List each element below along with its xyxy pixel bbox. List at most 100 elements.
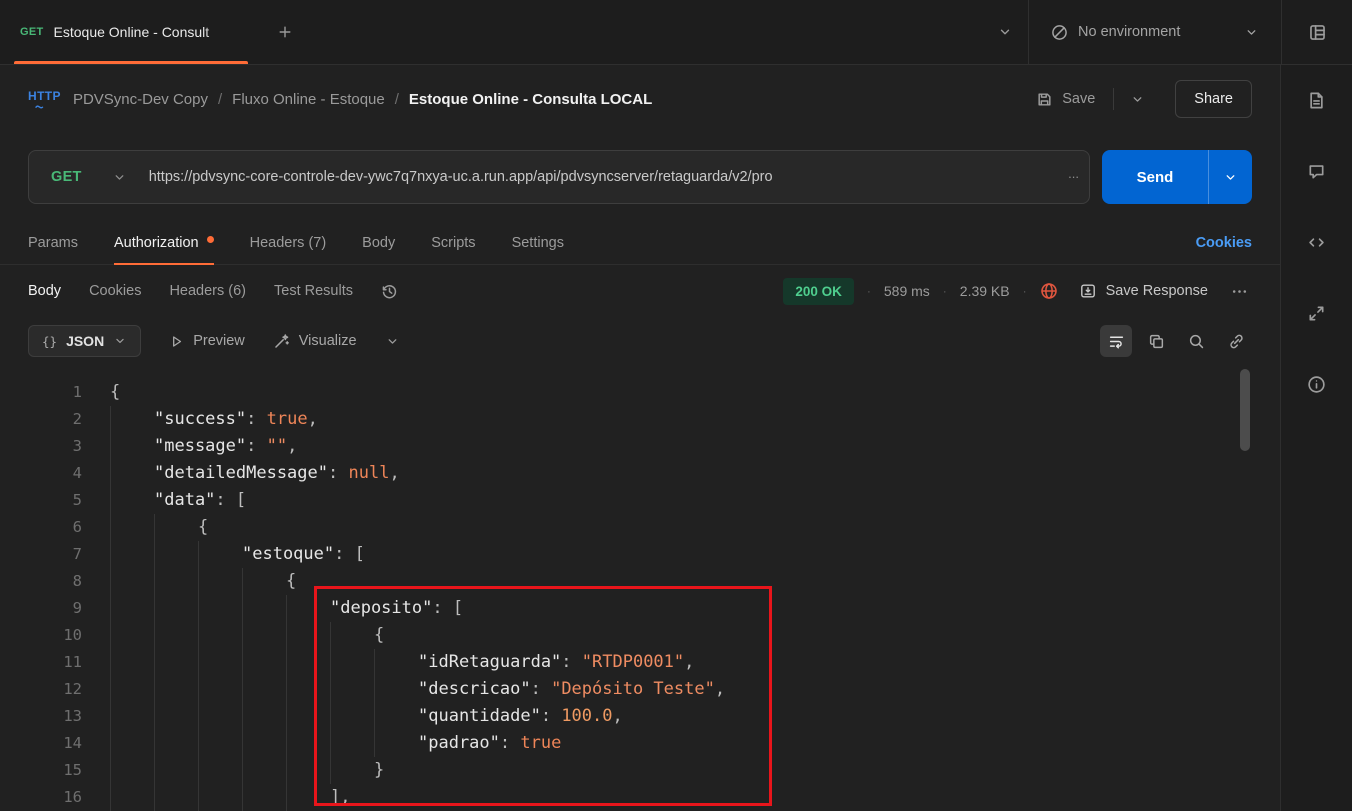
- code-token: "idRetaguarda": [418, 652, 562, 672]
- request-panel: HTTP PDVSync-Dev Copy / Fluxo Online - E…: [0, 65, 1281, 811]
- visualize-label: Visualize: [298, 333, 357, 349]
- request-tabs: Params Authorization Headers (7) Body Sc…: [0, 221, 1280, 265]
- comments-button[interactable]: [1307, 162, 1326, 181]
- search-response-button[interactable]: [1180, 325, 1212, 357]
- dot-separator: ·: [866, 284, 871, 298]
- related-requests-button[interactable]: [1307, 304, 1326, 323]
- environment-quick-look-button[interactable]: [1281, 0, 1352, 64]
- tab-scripts[interactable]: Scripts: [431, 221, 475, 264]
- tab-body[interactable]: Body: [362, 221, 395, 264]
- tab-settings[interactable]: Settings: [512, 221, 564, 264]
- send-label[interactable]: Send: [1102, 150, 1208, 204]
- code-token: 100.0: [561, 706, 613, 726]
- share-button[interactable]: Share: [1175, 80, 1252, 118]
- breadcrumb-row: HTTP PDVSync-Dev Copy / Fluxo Online - E…: [0, 65, 1280, 133]
- breadcrumb-workspace[interactable]: PDVSync-Dev Copy: [73, 91, 208, 108]
- tab-params[interactable]: Params: [28, 221, 78, 264]
- breadcrumb-folder[interactable]: Fluxo Online - Estoque: [232, 91, 385, 108]
- vertical-scrollbar-thumb[interactable]: [1240, 369, 1250, 451]
- request-tab-open[interactable]: GET Estoque Online - Consult: [0, 0, 262, 64]
- code-snippet-button[interactable]: [1307, 233, 1326, 252]
- view-options-button[interactable]: [385, 334, 400, 349]
- content-area: HTTP PDVSync-Dev Copy / Fluxo Online - E…: [0, 65, 1352, 811]
- dot-separator: ·: [1022, 284, 1027, 298]
- response-history-button[interactable]: [381, 283, 398, 300]
- more-options-button[interactable]: [1227, 279, 1252, 304]
- code-line: "idRetaguarda": "RTDP0001",: [110, 649, 725, 676]
- save-response-icon: [1080, 284, 1095, 298]
- postman-window: GET Estoque Online - Consult No environm…: [0, 0, 1352, 811]
- comment-icon: [1309, 165, 1324, 179]
- active-request-tab-indicator: [113, 263, 214, 265]
- code-token: ,: [714, 679, 726, 699]
- format-label: JSON: [66, 333, 105, 349]
- save-options-button[interactable]: [1124, 84, 1151, 115]
- tab-authorization[interactable]: Authorization: [113, 221, 214, 265]
- code-token: :: [530, 679, 552, 699]
- save-floppy-icon: [1038, 92, 1051, 106]
- send-options-button[interactable]: [1208, 150, 1252, 204]
- indent-guides: [110, 622, 374, 649]
- response-tools: [1100, 325, 1252, 357]
- preview-button[interactable]: Preview: [169, 333, 245, 349]
- indent-guides: [110, 703, 418, 730]
- visualize-button[interactable]: Visualize: [273, 333, 357, 350]
- code-line: "estoque": [: [110, 541, 725, 568]
- link-response-button[interactable]: [1220, 325, 1252, 357]
- response-tab-headers[interactable]: Headers (6): [169, 283, 246, 299]
- chevron-down-icon: [388, 338, 396, 344]
- code-token: "deposito": [330, 598, 433, 618]
- response-body-viewer[interactable]: 1 2 3 4 5 6 7 8 9 10 11 12 13 14 15 16 {"success": true…: [0, 365, 1280, 811]
- response-toolbar: {} JSON Preview Visualize: [0, 317, 1280, 365]
- indent-guides: [110, 541, 242, 568]
- clock-history-icon: [382, 284, 397, 298]
- environment-selector[interactable]: No environment: [1029, 0, 1281, 64]
- json-braces-icon: {}: [42, 333, 58, 349]
- method-selector[interactable]: GET: [29, 169, 149, 185]
- chevron-down-icon: [116, 338, 124, 344]
- code-token: "message": [154, 436, 247, 456]
- code-token: {: [110, 382, 121, 402]
- code-token: "success": [154, 409, 247, 429]
- new-tab-button[interactable]: [262, 0, 308, 64]
- status-badge[interactable]: 200 OK: [783, 277, 854, 305]
- url-input[interactable]: https://pdvsync-core-controle-dev-ywc7q7…: [149, 169, 1066, 185]
- response-tab-test-results[interactable]: Test Results: [274, 283, 353, 299]
- send-button[interactable]: Send: [1102, 150, 1252, 204]
- environment-label: No environment: [1078, 24, 1181, 40]
- wrap-lines-button[interactable]: [1100, 325, 1132, 357]
- copy-response-button[interactable]: [1140, 325, 1172, 357]
- code-token: :: [561, 652, 582, 672]
- code-token: :: [499, 733, 521, 753]
- breadcrumb: PDVSync-Dev Copy / Fluxo Online - Estoqu…: [73, 91, 652, 108]
- documentation-button[interactable]: [1307, 91, 1326, 110]
- line-number: 1: [72, 383, 82, 401]
- cookies-link[interactable]: Cookies: [1196, 221, 1252, 264]
- code-line: "descricao": "Depósito Teste",: [110, 676, 725, 703]
- response-header: Body Cookies Headers (6) Test Results 20…: [0, 265, 1280, 317]
- chevron-down-icon: [1000, 29, 1010, 35]
- info-button[interactable]: [1307, 375, 1326, 394]
- line-number: 9: [72, 599, 82, 617]
- save-response-button[interactable]: Save Response: [1079, 283, 1208, 299]
- breadcrumb-request-name[interactable]: Estoque Online - Consulta LOCAL: [409, 91, 652, 108]
- indent-guides: [110, 676, 418, 703]
- code-line: "data": [: [110, 487, 725, 514]
- response-tab-body[interactable]: Body: [28, 283, 61, 299]
- code-token: :: [246, 409, 267, 429]
- code-token: "data": [154, 490, 216, 510]
- response-tab-cookies[interactable]: Cookies: [89, 283, 141, 299]
- code-token: ,: [389, 463, 400, 483]
- code-token: "detailedMessage": [154, 463, 328, 483]
- indent-guides: [110, 784, 330, 811]
- globe-warning-icon[interactable]: [1040, 282, 1058, 300]
- tab-bar-collapse-button[interactable]: [982, 0, 1028, 64]
- response-format-dropdown[interactable]: {} JSON: [28, 325, 142, 357]
- indent-guides: [110, 757, 374, 784]
- save-button[interactable]: Save: [1028, 83, 1103, 116]
- tab-headers[interactable]: Headers (7): [250, 221, 327, 264]
- response-size: 2.39 KB: [959, 283, 1010, 299]
- code-token: "RTDP0001": [581, 652, 685, 672]
- code-line: "success": true,: [110, 406, 725, 433]
- http-logo-wave: [35, 104, 44, 109]
